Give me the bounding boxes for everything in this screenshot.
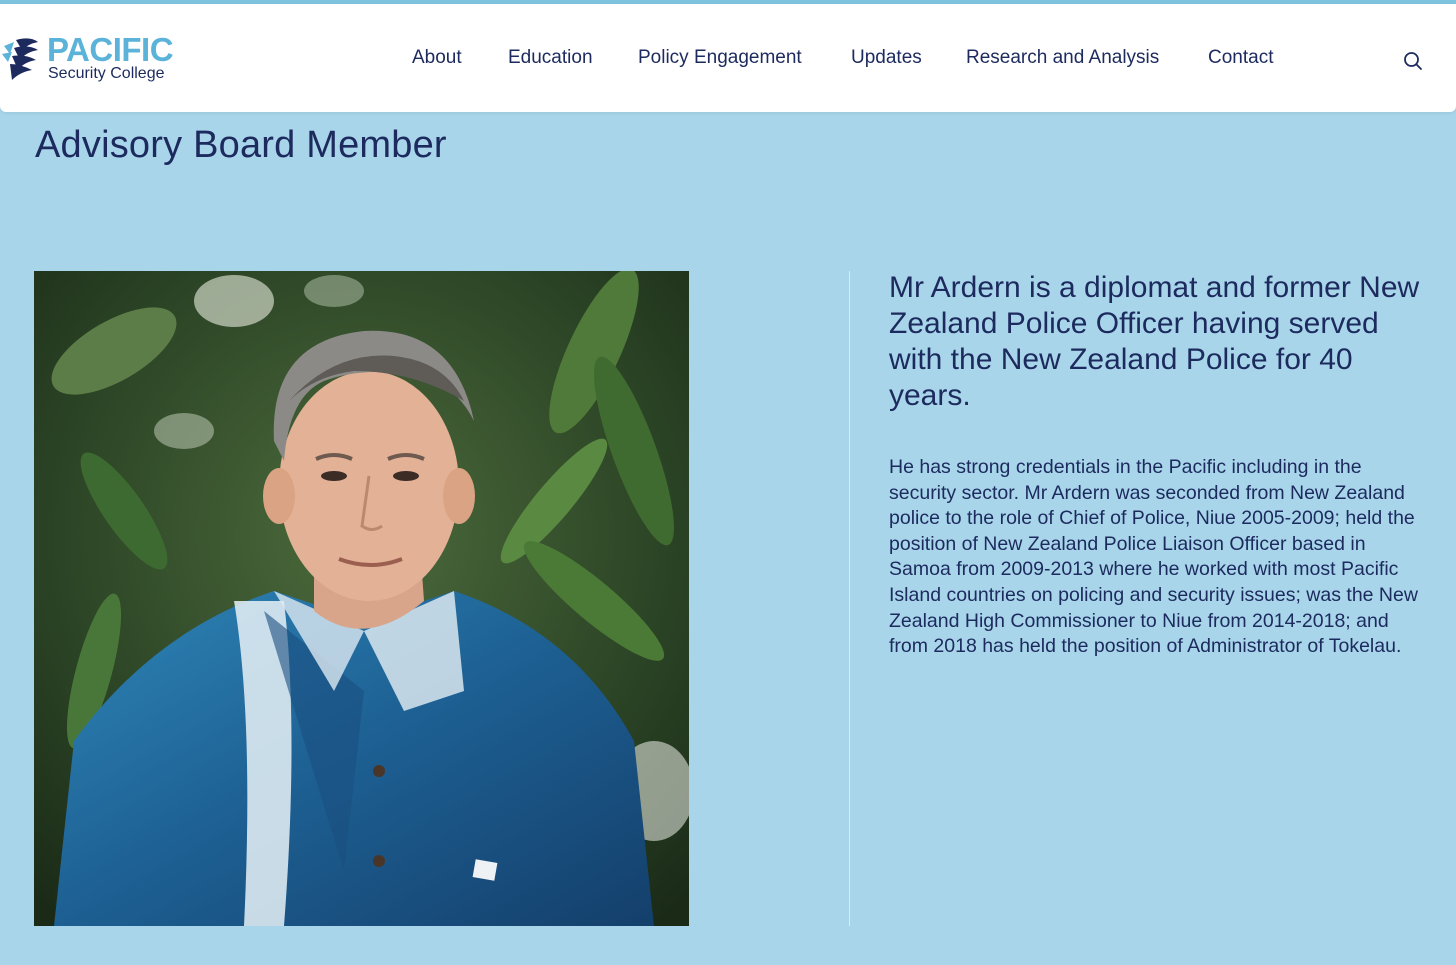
main-nav: About Education Policy Engagement Update… <box>0 4 1456 112</box>
profile-body: He has strong credentials in the Pacific… <box>889 456 1418 658</box>
portrait-image <box>34 271 689 926</box>
nav-updates[interactable]: Updates <box>851 47 922 69</box>
column-divider <box>849 271 850 926</box>
nav-about[interactable]: About <box>412 47 462 69</box>
site-header: PACIFIC Security College About Education… <box>0 4 1456 112</box>
page-title: Advisory Board Member <box>35 124 447 166</box>
search-icon[interactable] <box>1402 50 1424 72</box>
profile-photo <box>34 271 689 926</box>
nav-education[interactable]: Education <box>508 47 593 69</box>
nav-research-and-analysis[interactable]: Research and Analysis <box>966 47 1159 69</box>
profile-lead: Mr Ardern is a diplomat and former New Z… <box>889 271 1420 412</box>
nav-policy-engagement[interactable]: Policy Engagement <box>638 47 802 69</box>
nav-contact[interactable]: Contact <box>1208 47 1273 69</box>
